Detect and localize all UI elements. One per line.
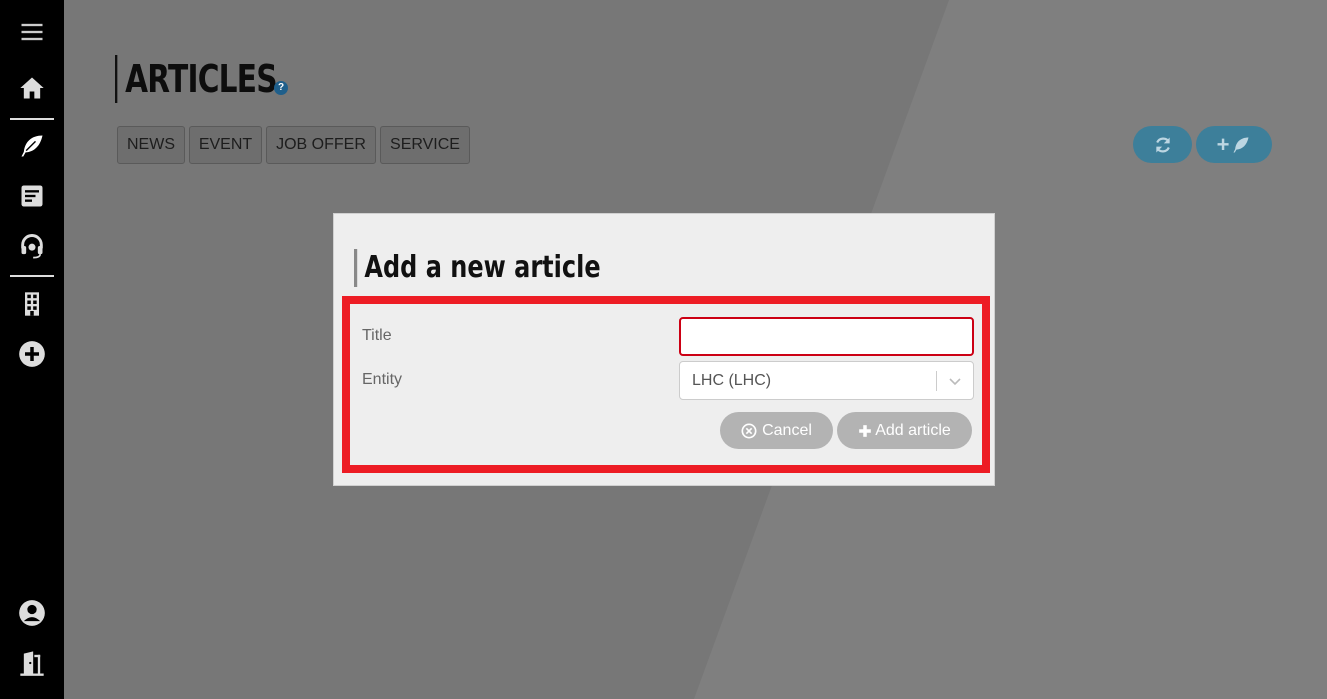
cancel-label: Cancel bbox=[762, 421, 812, 439]
refresh-icon bbox=[1155, 137, 1170, 152]
logout-door-icon[interactable] bbox=[16, 647, 48, 679]
sidebar-divider bbox=[10, 275, 54, 277]
title-label: Title bbox=[362, 327, 392, 344]
add-article-label: Add article bbox=[875, 421, 951, 439]
entity-select[interactable]: LHC (LHC) bbox=[679, 361, 974, 400]
filter-job-offer-button[interactable]: JOB OFFER bbox=[266, 126, 376, 164]
home-icon[interactable] bbox=[16, 72, 48, 104]
cancel-button[interactable]: Cancel bbox=[720, 412, 833, 449]
document-icon[interactable] bbox=[16, 180, 48, 212]
user-icon[interactable] bbox=[16, 597, 48, 629]
plus-icon bbox=[859, 424, 872, 437]
page-title: ARTICLES bbox=[115, 55, 278, 103]
building-icon[interactable] bbox=[16, 288, 48, 320]
chevron-down-icon[interactable] bbox=[946, 371, 964, 391]
filter-news-button[interactable]: NEWS bbox=[117, 126, 185, 164]
headset-icon[interactable] bbox=[16, 230, 48, 262]
feather-icon bbox=[1233, 137, 1249, 152]
modal-title: Add a new article bbox=[354, 249, 601, 287]
menu-icon[interactable] bbox=[16, 16, 48, 48]
plus-icon: + bbox=[1216, 131, 1230, 157]
add-article-modal: Add a new article Title Entity LHC (LHC)… bbox=[333, 213, 995, 486]
title-input[interactable] bbox=[679, 317, 974, 356]
add-article-button[interactable]: Add article bbox=[837, 412, 972, 449]
select-separator bbox=[936, 371, 937, 391]
entity-label: Entity bbox=[362, 371, 403, 388]
sidebar bbox=[0, 0, 64, 699]
plus-circle-icon[interactable] bbox=[16, 338, 48, 370]
refresh-button[interactable] bbox=[1133, 126, 1192, 163]
sidebar-divider bbox=[10, 118, 54, 120]
feather-icon[interactable] bbox=[16, 130, 48, 162]
filter-event-button[interactable]: EVENT bbox=[189, 126, 262, 164]
add-article-toolbar-button[interactable]: + bbox=[1196, 126, 1272, 163]
filter-service-button[interactable]: SERVICE bbox=[380, 126, 470, 164]
entity-select-value: LHC (LHC) bbox=[692, 372, 772, 389]
cancel-circle-icon bbox=[741, 423, 757, 438]
help-icon[interactable]: ? bbox=[274, 81, 288, 95]
